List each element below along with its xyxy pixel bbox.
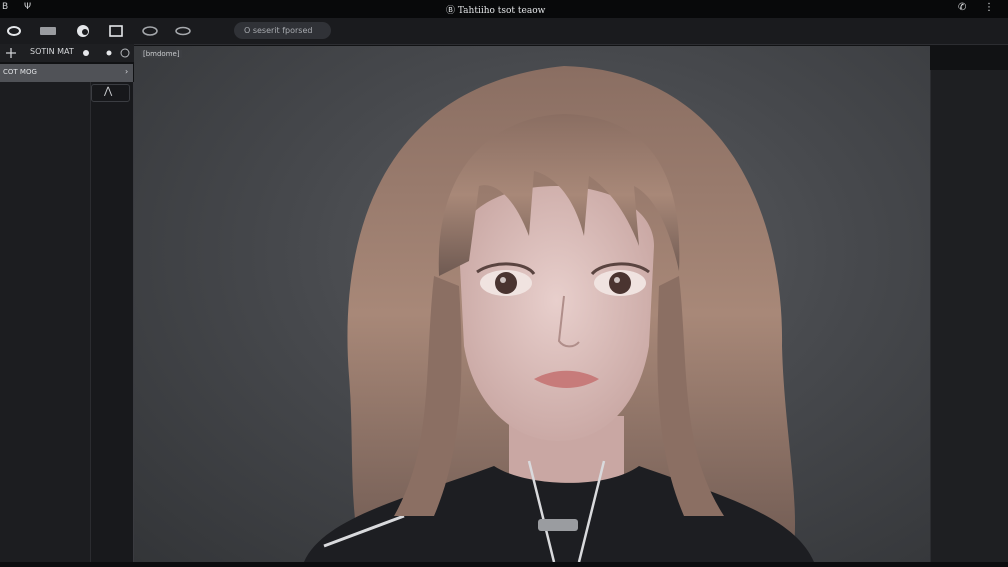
app-logo-icon: Ψ bbox=[24, 2, 32, 12]
window-title: Ⓑ Tahtiiho tsot teaow bbox=[446, 6, 546, 16]
lasso-tool-icon[interactable] bbox=[173, 22, 193, 40]
collapse-button[interactable]: ⋀ bbox=[91, 84, 130, 102]
brush-tool-icon[interactable] bbox=[73, 22, 93, 40]
status-bar bbox=[0, 562, 1008, 567]
eye-tool-icon[interactable] bbox=[4, 22, 24, 40]
circle-icon[interactable] bbox=[120, 48, 130, 58]
properties-column[interactable] bbox=[91, 82, 134, 562]
layers-panel-title: COT MOG bbox=[3, 68, 37, 76]
panel-header-label: SOTIN MAT bbox=[30, 47, 74, 56]
layers-list[interactable] bbox=[0, 82, 91, 562]
settings-icon[interactable]: ✆ bbox=[958, 2, 966, 13]
panel-toolbar: SOTIN MAT bbox=[0, 44, 134, 62]
right-panel[interactable] bbox=[930, 70, 1008, 562]
ellipse-tool-icon[interactable] bbox=[140, 22, 160, 40]
canvas-label: [bmdome] bbox=[141, 50, 182, 58]
search-text: O seserit fporsed bbox=[244, 26, 313, 35]
portrait-image bbox=[304, 66, 814, 562]
move-icon[interactable] bbox=[6, 48, 16, 58]
small-dot-icon[interactable] bbox=[106, 50, 112, 56]
app-menu-icon[interactable]: B bbox=[2, 2, 8, 12]
chevron-right-icon[interactable]: › bbox=[125, 67, 128, 76]
dot-icon[interactable] bbox=[82, 49, 90, 57]
rect-tool-icon[interactable] bbox=[106, 22, 126, 40]
image-canvas[interactable] bbox=[134, 46, 930, 562]
search-input[interactable]: O seserit fporsed bbox=[234, 22, 331, 39]
chevron-up-icon: ⋀ bbox=[104, 86, 113, 97]
layers-panel-header[interactable]: COT MOG › bbox=[0, 64, 133, 82]
more-options-icon[interactable]: ⋮ bbox=[984, 2, 994, 13]
title-bar: B Ψ Ⓑ Tahtiiho tsot teaow ✆ ⋮ bbox=[0, 0, 1008, 18]
layer-tool-icon[interactable] bbox=[38, 22, 58, 40]
